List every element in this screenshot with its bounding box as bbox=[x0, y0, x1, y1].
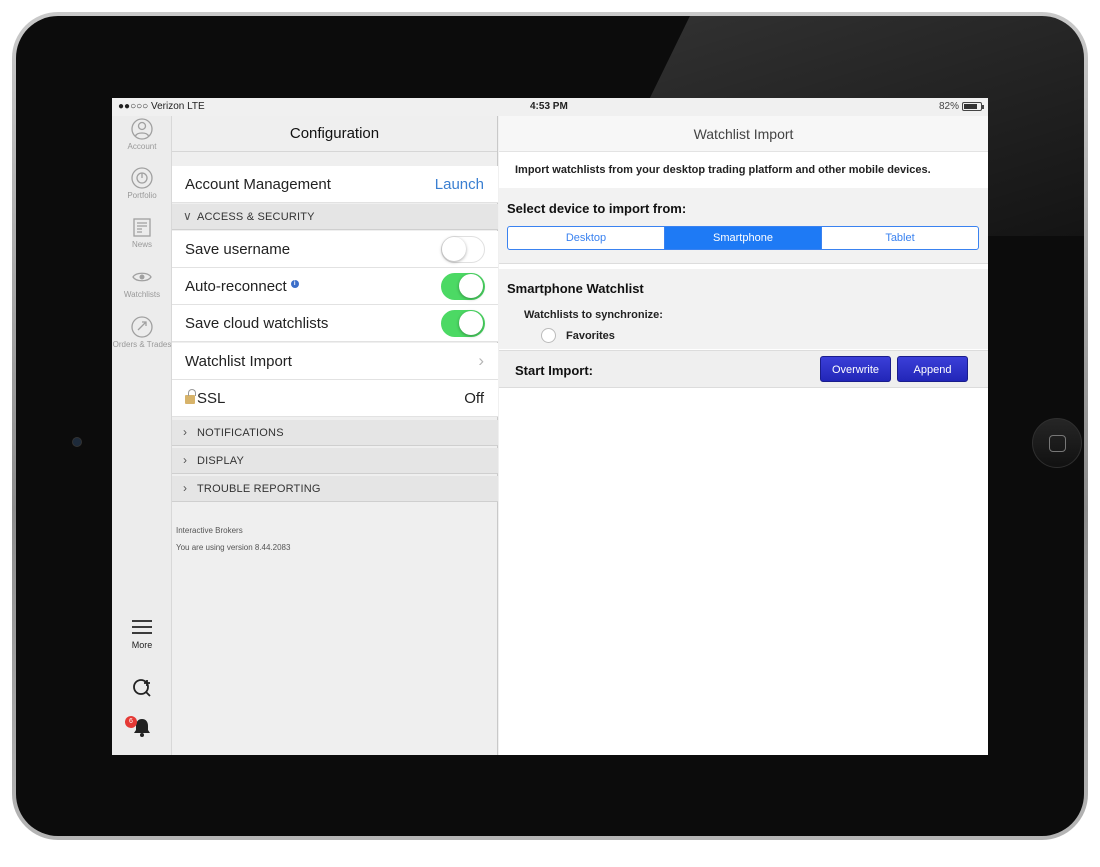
save-username-label: Save username bbox=[185, 241, 291, 258]
segment-tablet[interactable]: Tablet bbox=[822, 227, 978, 249]
news-icon bbox=[133, 218, 151, 237]
ssl-label: SSL bbox=[185, 389, 225, 407]
quote-search-button[interactable] bbox=[112, 676, 172, 700]
section-trouble-reporting[interactable]: › TROUBLE REPORTING bbox=[172, 476, 498, 502]
camera-lens bbox=[72, 437, 82, 447]
smartphone-watchlist-section: Smartphone Watchlist Watchlists to synch… bbox=[499, 269, 988, 349]
tab-label: Account bbox=[127, 142, 157, 151]
ssl-value: Off bbox=[464, 390, 484, 407]
chevron-right-icon: › bbox=[183, 481, 188, 495]
tab-label: Watchlists bbox=[123, 290, 161, 299]
save-username-toggle[interactable] bbox=[441, 236, 485, 263]
portfolio-icon bbox=[131, 167, 153, 189]
auto-reconnect-label: Auto-reconnect i bbox=[185, 278, 299, 295]
auto-reconnect-toggle[interactable] bbox=[441, 273, 485, 300]
chevron-down-icon: ∨ bbox=[183, 209, 192, 223]
battery-percent: 82% bbox=[938, 101, 959, 112]
chevron-right-icon: › bbox=[183, 425, 188, 439]
save-cloud-label: Save cloud watchlists bbox=[185, 315, 329, 332]
save-cloud-toggle[interactable] bbox=[441, 310, 485, 337]
watchlist-import-row[interactable]: Watchlist Import › bbox=[172, 343, 498, 380]
watchlist-import-label: Watchlist Import bbox=[185, 353, 292, 370]
start-import-label: Start Import: bbox=[515, 363, 593, 378]
smartphone-watchlist-title: Smartphone Watchlist bbox=[507, 281, 644, 296]
section-label: NOTIFICATIONS bbox=[197, 427, 284, 439]
save-username-row: Save username bbox=[172, 231, 498, 268]
status-bar: ●●○○○ Verizon LTE 4:53 PM 82% bbox=[112, 98, 988, 116]
search-plus-icon bbox=[133, 679, 151, 697]
watchlist-import-pane: Watchlist Import Import watchlists from … bbox=[499, 116, 988, 755]
tab-portfolio[interactable]: Portfolio bbox=[112, 167, 172, 200]
tab-account[interactable]: Account bbox=[112, 118, 172, 151]
favorites-label[interactable]: Favorites bbox=[566, 330, 615, 342]
tab-watchlists[interactable]: Watchlists bbox=[112, 266, 172, 299]
account-icon bbox=[131, 118, 153, 140]
segment-desktop[interactable]: Desktop bbox=[508, 227, 665, 249]
tab-label: News bbox=[131, 240, 152, 249]
sync-label: Watchlists to synchronize: bbox=[524, 309, 663, 321]
launch-link[interactable]: Launch bbox=[435, 176, 484, 193]
clock: 4:53 PM bbox=[530, 101, 568, 112]
import-intro: Import watchlists from your desktop trad… bbox=[499, 152, 988, 188]
company-name: Interactive Brokers bbox=[176, 526, 243, 535]
account-management-label: Account Management bbox=[185, 176, 331, 193]
segment-smartphone[interactable]: Smartphone bbox=[665, 227, 822, 249]
section-label: TROUBLE REPORTING bbox=[197, 483, 321, 495]
auto-reconnect-row: Auto-reconnect i bbox=[172, 268, 498, 305]
home-button[interactable] bbox=[1032, 418, 1082, 468]
tab-sidebar: Account Portfolio News Watchlists Orders… bbox=[112, 116, 172, 755]
notification-badge: 6 bbox=[125, 716, 137, 728]
version-text: You are using version 8.44.2083 bbox=[176, 543, 291, 552]
device-selector-section: Select device to import from: Desktop Sm… bbox=[499, 188, 988, 264]
section-notifications[interactable]: › NOTIFICATIONS bbox=[172, 420, 498, 446]
overwrite-button[interactable]: Overwrite bbox=[820, 356, 891, 382]
home-square-icon bbox=[1049, 435, 1066, 452]
orders-icon bbox=[131, 316, 153, 338]
section-access-security[interactable]: ∨ ACCESS & SECURITY bbox=[172, 204, 498, 230]
menu-icon bbox=[132, 620, 152, 634]
tab-label: Portfolio bbox=[127, 191, 157, 200]
tab-label: Orders & Trades bbox=[112, 340, 172, 349]
select-device-label: Select device to import from: bbox=[507, 201, 687, 216]
save-cloud-watchlists-row: Save cloud watchlists bbox=[172, 305, 498, 342]
intro-text: Import watchlists from your desktop trad… bbox=[515, 164, 931, 176]
chevron-right-icon: › bbox=[183, 453, 188, 467]
chevron-right-icon: › bbox=[478, 351, 484, 370]
favorites-radio[interactable] bbox=[541, 328, 556, 343]
tab-orders-trades[interactable]: Orders & Trades bbox=[112, 316, 172, 349]
lock-icon bbox=[185, 389, 196, 404]
section-display[interactable]: › DISPLAY bbox=[172, 448, 498, 474]
section-label: ACCESS & SECURITY bbox=[197, 211, 315, 223]
account-management-row[interactable]: Account Management Launch bbox=[172, 166, 498, 203]
carrier-label: ●●○○○ Verizon LTE bbox=[118, 101, 205, 112]
device-segmented-control: Desktop Smartphone Tablet bbox=[507, 226, 979, 250]
ssl-row[interactable]: SSL Off bbox=[172, 380, 498, 417]
start-import-bar: Start Import: Overwrite Append bbox=[499, 350, 988, 388]
battery-icon bbox=[962, 102, 984, 111]
tab-label: More bbox=[131, 640, 153, 650]
tab-news[interactable]: News bbox=[112, 216, 172, 249]
pane-title: Watchlist Import bbox=[499, 116, 988, 152]
section-label: DISPLAY bbox=[197, 455, 245, 467]
battery-indicator: 82% bbox=[938, 101, 984, 112]
eye-icon bbox=[132, 272, 152, 282]
append-button[interactable]: Append bbox=[897, 356, 968, 382]
screen: ●●○○○ Verizon LTE 4:53 PM 82% Account Po… bbox=[112, 98, 988, 755]
configuration-panel: Configuration Account Management Launch … bbox=[172, 116, 498, 755]
tab-more[interactable]: More bbox=[112, 616, 172, 650]
config-title: Configuration bbox=[172, 116, 497, 152]
notifications-bell-button[interactable]: 6 bbox=[112, 716, 172, 740]
info-icon[interactable]: i bbox=[290, 280, 299, 288]
